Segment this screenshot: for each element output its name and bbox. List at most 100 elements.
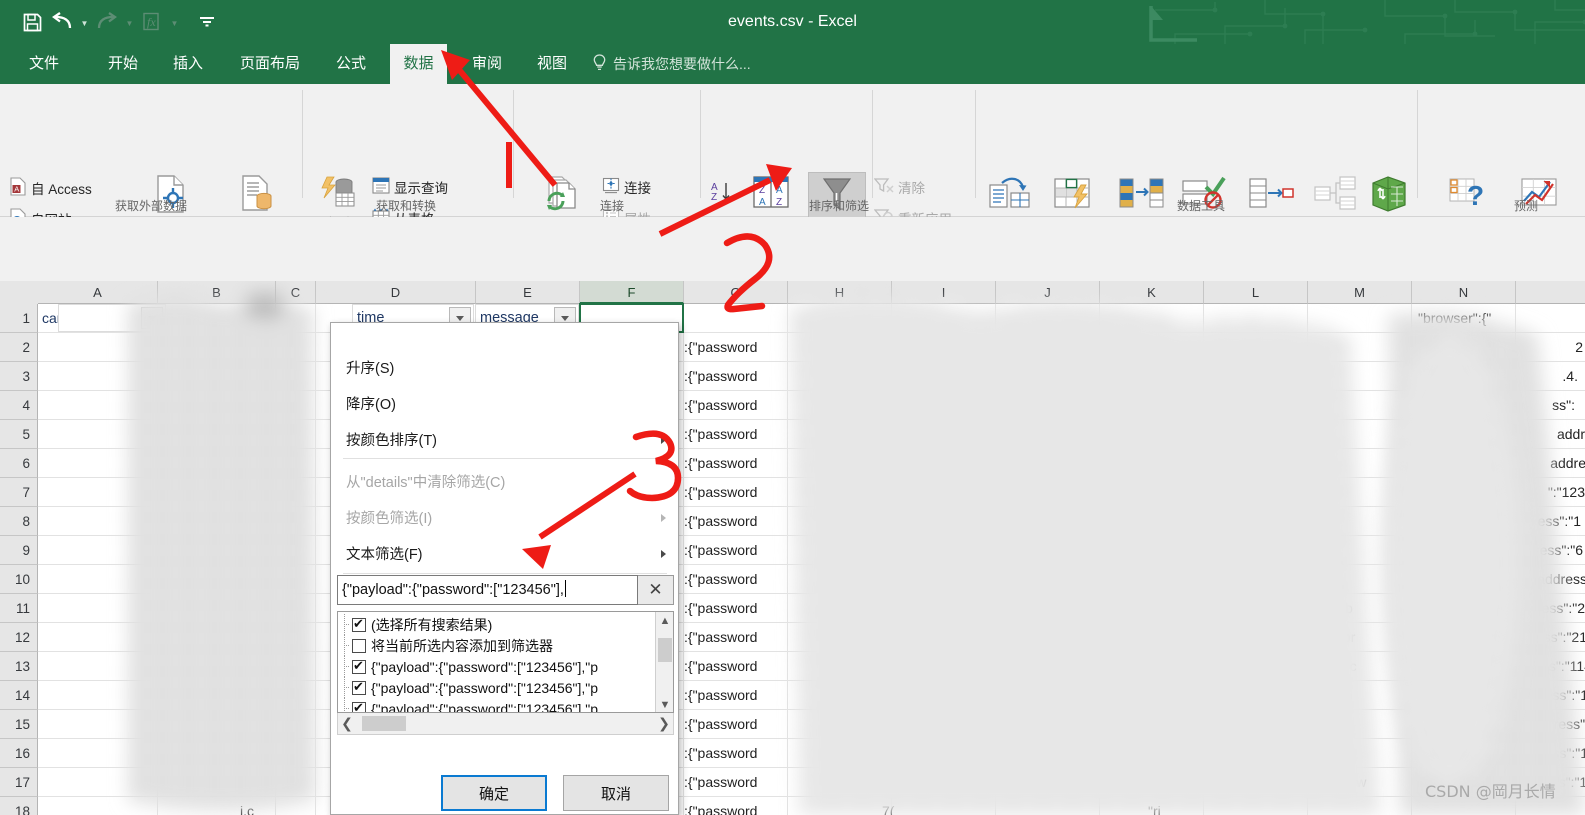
cell-fragment-mid[interactable]: brow	[1336, 768, 1384, 797]
cell-fragment-mid[interactable]: 4"],	[1142, 739, 1186, 768]
grid-row[interactable]	[38, 362, 1585, 391]
clear-search-icon[interactable]: ✕	[638, 575, 674, 605]
cell-fragment-right[interactable]: ess":"1	[1468, 507, 1581, 536]
column-header-C[interactable]: C	[276, 281, 316, 304]
list-vertical-scrollbar[interactable]: ▲ ▼	[655, 612, 673, 712]
list-item[interactable]: {"payload":{"password":["123456"],"p	[338, 677, 656, 698]
cell-F14[interactable]: :{"password	[684, 681, 784, 710]
chevron-down-icon[interactable]: ▼	[656, 696, 673, 712]
cell-fragment-mid[interactable]: i.c	[240, 797, 274, 815]
column-header-M[interactable]: M	[1308, 281, 1412, 304]
cell-fragment-mid[interactable]: "],"n	[1140, 768, 1188, 797]
tab-review[interactable]: 审阅	[462, 44, 512, 84]
row-header-16[interactable]: 16	[0, 739, 38, 768]
cell-fragment-mid[interactable]: e	[890, 710, 918, 739]
chevron-left-icon[interactable]: ❮	[338, 713, 356, 734]
cell-fragment-right[interactable]: ress":"114	[1468, 652, 1585, 681]
menu-item-sort-ascending[interactable]: 升序(S)	[332, 351, 679, 387]
list-item-add-selection[interactable]: 将当前所选内容添加到筛选器	[338, 635, 656, 656]
cell-fragment-right[interactable]: "address	[1468, 565, 1585, 594]
cell-fragment-mid[interactable]: n	[890, 768, 918, 797]
column-header-I[interactable]: I	[892, 281, 996, 304]
cell-fragment-mid[interactable]: br	[1343, 623, 1383, 652]
row-header-6[interactable]: 6	[0, 449, 38, 478]
cell-fragment-mid[interactable]: 7(	[882, 797, 916, 815]
cell-fragment-right[interactable]: 2	[1468, 333, 1583, 362]
tab-formulas[interactable]: 公式	[326, 44, 376, 84]
checkbox-value[interactable]	[352, 657, 366, 675]
row-header-5[interactable]: 5	[0, 420, 38, 449]
checkbox-value[interactable]	[352, 699, 366, 712]
tab-view[interactable]: 视图	[527, 44, 577, 84]
checkbox-add-selection[interactable]	[352, 638, 366, 653]
row-header-3[interactable]: 3	[0, 362, 38, 391]
cell-B1[interactable]	[58, 304, 166, 332]
cell-fragment-right[interactable]: .4.	[1468, 362, 1578, 391]
cell-fragment-right[interactable]: addre	[1468, 449, 1585, 478]
customize-qat-icon[interactable]	[193, 7, 221, 37]
cell-fragment-mid[interactable]: 52"],	[1133, 710, 1181, 739]
grid-row[interactable]	[38, 333, 1585, 362]
filter-value-list[interactable]: (选择所有搜索结果) 将当前所选内容添加到筛选器 {"payload":{"pa…	[337, 611, 674, 713]
column-header-D[interactable]: D	[316, 281, 476, 304]
filter-search-input[interactable]: {"payload":{"password":["123456"],	[337, 575, 638, 605]
list-item[interactable]: {"payload":{"password":["123456"],"p	[338, 656, 656, 677]
cell-fragment-mid[interactable]: }	[1348, 710, 1388, 739]
cell-F12[interactable]: :{"password	[684, 623, 784, 652]
column-header-A[interactable]: A	[38, 281, 158, 304]
cell-F6[interactable]: :{"password	[684, 449, 784, 478]
cell-fragment-right[interactable]: dress":"2	[1468, 594, 1585, 623]
tell-me-search[interactable]: 告诉我您想要做什么...	[592, 44, 751, 84]
cell-F13[interactable]: :{"password	[684, 652, 784, 681]
cell-F17[interactable]: :{"password	[684, 768, 784, 797]
tab-insert[interactable]: 插入	[163, 44, 213, 84]
row-header-17[interactable]: 17	[0, 768, 38, 797]
row-header-7[interactable]: 7	[0, 478, 38, 507]
menu-item-sort-by-color[interactable]: 按颜色排序(T)	[332, 423, 679, 459]
tab-page-layout[interactable]: 页面布局	[228, 44, 312, 84]
row-header-11[interactable]: 11	[0, 594, 38, 623]
cell-F10[interactable]: :{"password	[684, 565, 784, 594]
scrollbar-thumb[interactable]	[658, 638, 672, 662]
cell-F16[interactable]: :{"password	[684, 739, 784, 768]
cell-fragment-mid[interactable]: h	[890, 739, 918, 768]
save-icon[interactable]	[18, 7, 46, 37]
column-header-K[interactable]: K	[1100, 281, 1204, 304]
menu-item-text-filters[interactable]: 文本筛选(F)	[332, 537, 679, 573]
tab-data[interactable]: 数据	[390, 44, 447, 84]
row-header-14[interactable]: 14	[0, 681, 38, 710]
column-header-B[interactable]: B	[158, 281, 276, 304]
ribbon-item-connections[interactable]: 连接	[602, 177, 651, 197]
cell-fragment-right[interactable]: addr	[1468, 420, 1585, 449]
cell-fragment-right[interactable]: ":"123	[1468, 478, 1585, 507]
ok-button[interactable]: 确定	[441, 775, 547, 811]
chevron-right-icon[interactable]: ❯	[655, 713, 673, 734]
cell-F5[interactable]: :{"password	[684, 420, 784, 449]
cell-fragment-mid[interactable]: b	[1345, 594, 1385, 623]
cell-F8[interactable]: :{"password	[684, 507, 784, 536]
column-header-J[interactable]: J	[996, 281, 1100, 304]
cell-fragment-mid[interactable]: "],	[1146, 681, 1186, 710]
cell-fragment-mid[interactable]: g	[890, 623, 918, 652]
tab-home[interactable]: 开始	[98, 44, 148, 84]
grid-row[interactable]	[38, 420, 1585, 449]
row-header-4[interactable]: 4	[0, 391, 38, 420]
cell-F7[interactable]: :{"password	[684, 478, 784, 507]
grid-row[interactable]	[38, 507, 1585, 536]
cancel-button[interactable]: 取消	[563, 775, 669, 811]
row-header-10[interactable]: 10	[0, 565, 38, 594]
row-header-18[interactable]: 18	[0, 797, 38, 815]
column-header-O[interactable]	[1516, 281, 1585, 304]
cell-fragment-right[interactable]: ress":"21	[1468, 623, 1585, 652]
column-header-F[interactable]: F	[580, 281, 684, 304]
grid-row[interactable]	[38, 536, 1585, 565]
grid-row[interactable]	[38, 565, 1585, 594]
row-header-12[interactable]: 12	[0, 623, 38, 652]
column-header-G[interactable]: G	[684, 281, 788, 304]
cell-fragment-right[interactable]: ss":	[1468, 391, 1575, 420]
cell-F11[interactable]: :{"password	[684, 594, 784, 623]
list-item[interactable]: {"payload":{"password":["123456"],"p	[338, 698, 656, 712]
ribbon-item-sort-ascending[interactable]: AZ	[710, 180, 738, 209]
cell-F18[interactable]: :{"password	[684, 797, 784, 815]
ribbon-item-show-queries[interactable]: 显示查询	[372, 177, 448, 197]
